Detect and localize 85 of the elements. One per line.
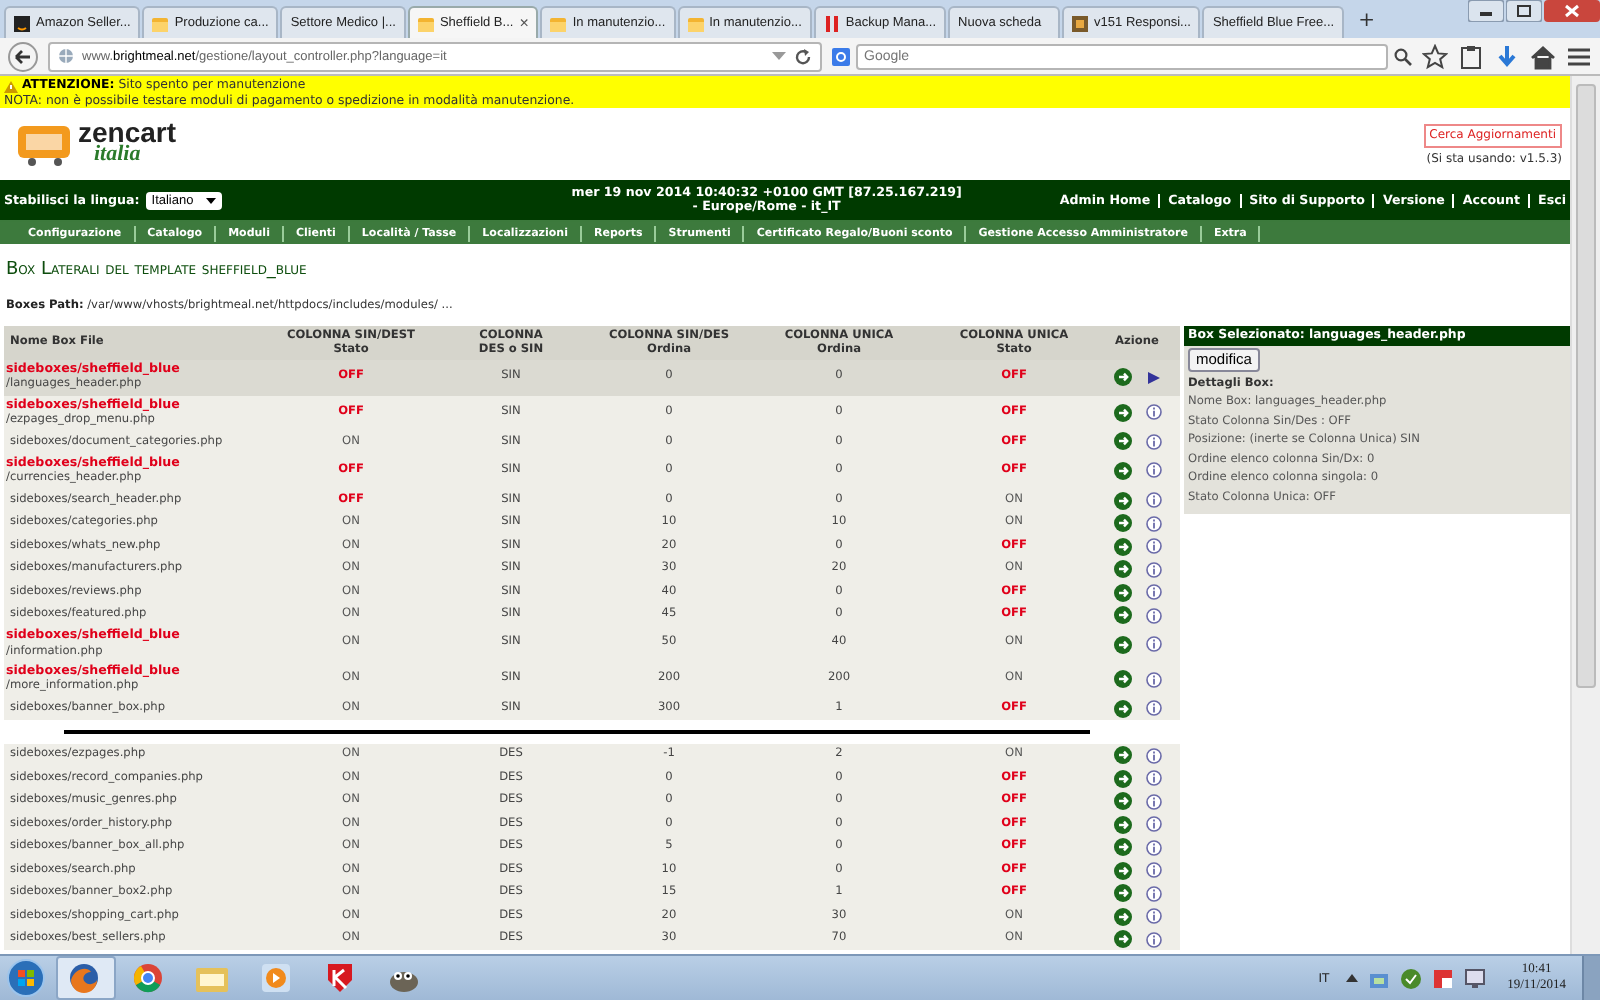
- monitor-icon[interactable]: [1463, 967, 1486, 989]
- edit-icon[interactable]: [1113, 583, 1131, 602]
- info-icon[interactable]: [1145, 492, 1161, 509]
- menu-icon[interactable]: [1566, 43, 1592, 69]
- info-icon[interactable]: [1145, 747, 1161, 764]
- info-icon[interactable]: [1145, 885, 1161, 902]
- scrollbar[interactable]: [1570, 76, 1600, 954]
- edit-icon[interactable]: [1113, 769, 1131, 788]
- info-icon[interactable]: [1145, 404, 1161, 421]
- info-icon[interactable]: [1145, 538, 1161, 555]
- home-icon[interactable]: [1530, 43, 1556, 69]
- edit-icon[interactable]: [1113, 884, 1131, 903]
- edit-icon[interactable]: [1113, 537, 1131, 556]
- edit-icon[interactable]: [1113, 635, 1131, 654]
- edit-icon[interactable]: [1113, 792, 1131, 811]
- close-icon[interactable]: [1544, 0, 1600, 22]
- minimize-icon[interactable]: [1468, 0, 1504, 22]
- warning-icon: [4, 79, 18, 93]
- browser-icon: [131, 962, 163, 994]
- logo-tagline: italia: [94, 144, 141, 166]
- shield-icon: [323, 962, 355, 994]
- info-icon[interactable]: [1145, 908, 1161, 925]
- edit-icon[interactable]: [1113, 930, 1131, 949]
- info-icon[interactable]: [1145, 607, 1161, 624]
- reload-icon[interactable]: [794, 47, 812, 65]
- edit-icon[interactable]: [1113, 432, 1131, 451]
- clipboard-icon[interactable]: [1458, 43, 1484, 69]
- flag-icon[interactable]: [1431, 967, 1454, 989]
- folder-icon: [152, 15, 169, 31]
- logo-text: zencart: [78, 122, 177, 144]
- site-icon: [14, 15, 30, 31]
- bars-icon: [823, 15, 840, 31]
- download-icon[interactable]: [1494, 43, 1520, 69]
- info-icon[interactable]: [1145, 636, 1161, 653]
- info-icon[interactable]: [1145, 700, 1161, 717]
- close-tab-button[interactable]: ×: [519, 14, 529, 32]
- cart-icon: [16, 122, 76, 166]
- edit-icon[interactable]: [1113, 670, 1131, 689]
- edit-icon[interactable]: [1113, 699, 1131, 718]
- dropdown-icon[interactable]: [772, 50, 786, 62]
- folder-icon: [550, 15, 567, 31]
- edit-icon[interactable]: [1113, 606, 1131, 625]
- info-icon[interactable]: [1145, 671, 1161, 688]
- folder-icon: [687, 15, 704, 31]
- play-icon: [259, 962, 291, 994]
- search-engine-icon: [832, 47, 850, 65]
- maximize-icon[interactable]: [1506, 0, 1542, 22]
- arrow-icon[interactable]: [1145, 369, 1161, 386]
- edit-icon[interactable]: [1113, 403, 1131, 422]
- browser-icon: [67, 962, 99, 994]
- start-button-icon[interactable]: [6, 958, 46, 998]
- shield-check-icon[interactable]: [1399, 967, 1422, 989]
- info-icon[interactable]: [1145, 462, 1161, 479]
- edit-icon[interactable]: [1113, 514, 1131, 533]
- globe-icon: [58, 48, 74, 64]
- edit-icon[interactable]: [1113, 461, 1131, 480]
- info-icon[interactable]: [1145, 793, 1161, 810]
- edit-icon[interactable]: [1113, 368, 1131, 387]
- info-icon[interactable]: [1145, 561, 1161, 578]
- folder-icon: [193, 963, 229, 993]
- info-icon[interactable]: [1145, 584, 1161, 601]
- info-icon[interactable]: [1145, 931, 1161, 948]
- up-arrow-icon[interactable]: [1345, 972, 1358, 984]
- edit-icon[interactable]: [1113, 560, 1131, 579]
- edit-icon[interactable]: [1113, 838, 1131, 857]
- info-icon[interactable]: [1145, 839, 1161, 856]
- edit-icon[interactable]: [1113, 861, 1131, 880]
- caret-icon: [205, 197, 216, 203]
- folder-icon: [417, 15, 434, 31]
- edit-icon[interactable]: [1113, 491, 1131, 510]
- edit-icon[interactable]: [1113, 746, 1131, 765]
- back-icon[interactable]: [8, 41, 38, 71]
- edit-icon[interactable]: [1113, 815, 1131, 834]
- info-icon[interactable]: [1145, 770, 1161, 787]
- edit-icon[interactable]: [1113, 907, 1131, 926]
- taskbar-app-button[interactable]: [56, 956, 116, 1000]
- info-icon[interactable]: [1145, 433, 1161, 450]
- info-icon[interactable]: [1145, 816, 1161, 833]
- info-icon[interactable]: [1145, 515, 1161, 532]
- search-icon[interactable]: [1394, 47, 1412, 65]
- page-title: Box Laterali del template sheffield_blue: [4, 258, 309, 284]
- info-icon[interactable]: [1145, 862, 1161, 879]
- new-tab-button[interactable]: +: [1346, 6, 1387, 38]
- picture-icon: [1072, 15, 1089, 31]
- star-icon[interactable]: [1422, 43, 1448, 69]
